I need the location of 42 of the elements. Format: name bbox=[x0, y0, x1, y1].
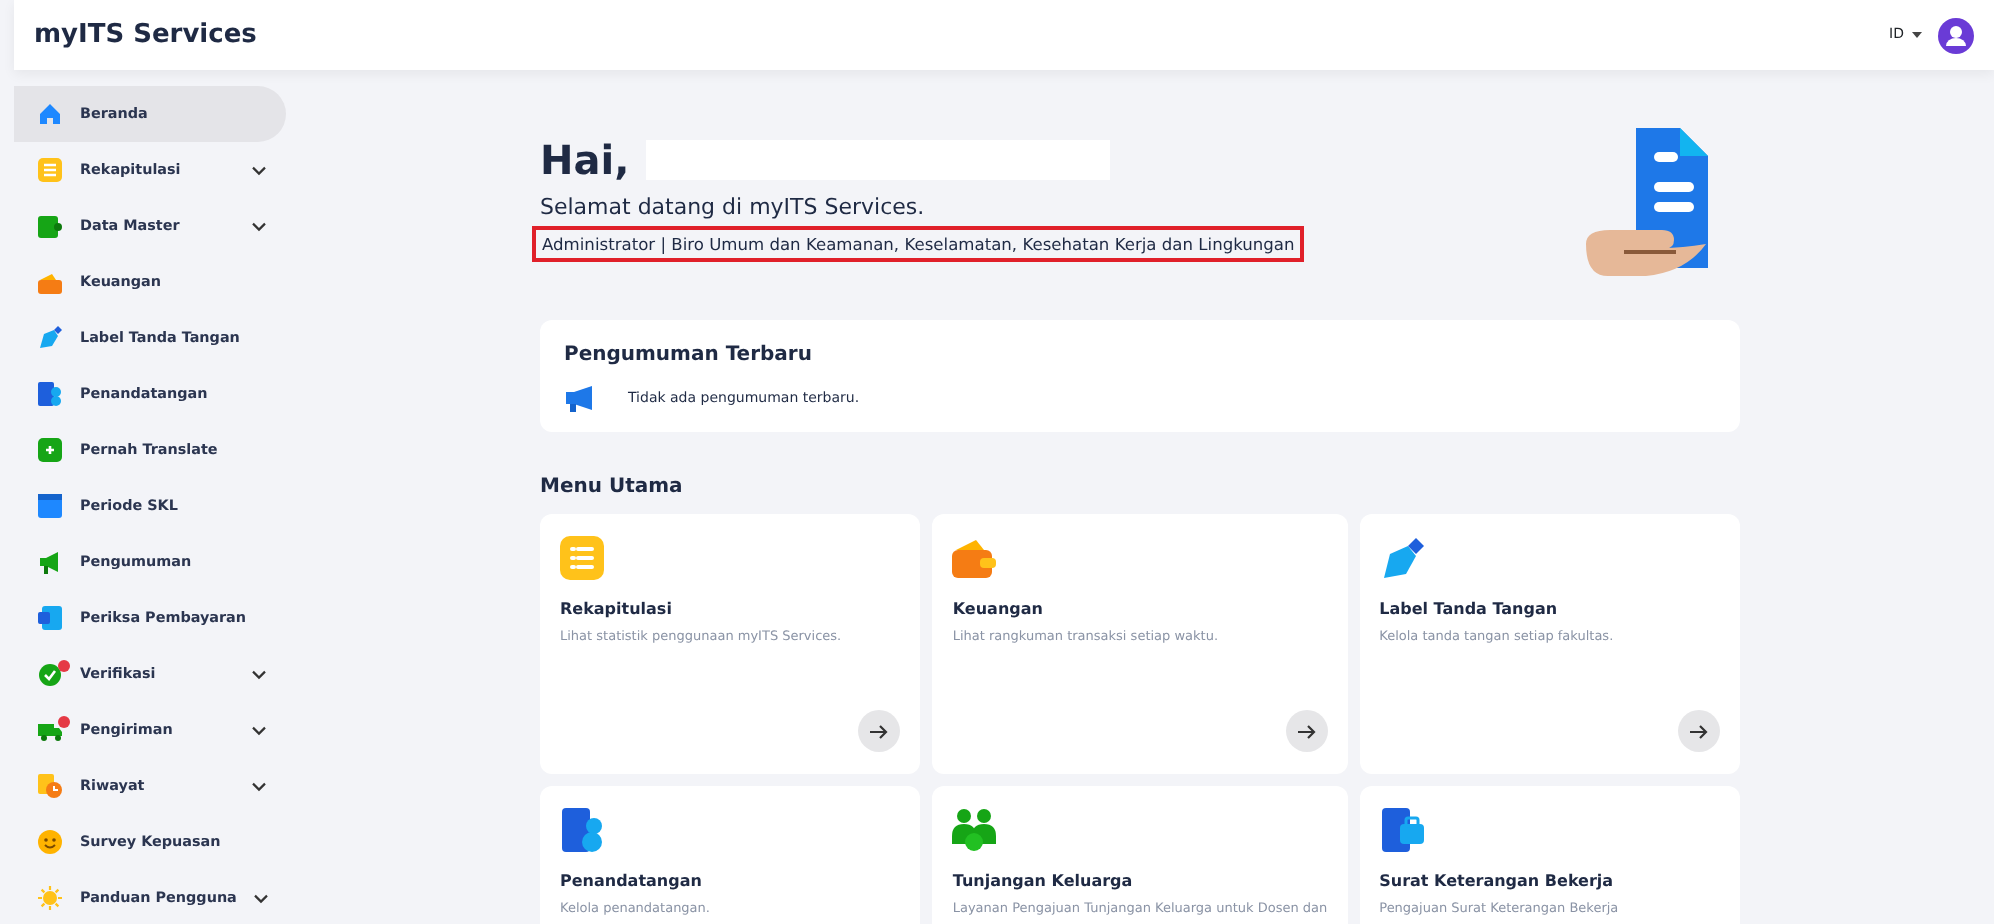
arrow-button[interactable] bbox=[858, 710, 901, 752]
calendar-icon bbox=[38, 494, 62, 518]
arrow-right-icon bbox=[1297, 723, 1316, 739]
list-icon bbox=[38, 158, 62, 182]
list-icon bbox=[560, 536, 604, 580]
card-title: Keuangan bbox=[952, 598, 1045, 622]
card-title: Rekapitulasi bbox=[560, 598, 674, 622]
receipt-icon bbox=[38, 606, 62, 630]
welcome-text: Selamat datang di myITS Services. bbox=[540, 192, 927, 224]
user-role-text: Administrator | Biro Umum dan Keamanan, Keselamatan, Kesehatan Kerja dan Lingkungan bbox=[532, 225, 1305, 262]
arrow-button[interactable] bbox=[1678, 710, 1720, 752]
caret-down-icon bbox=[1912, 31, 1922, 39]
section-title: Menu Utama bbox=[540, 474, 685, 502]
sun-icon bbox=[38, 886, 62, 910]
document-icon bbox=[38, 382, 62, 406]
card-title: Label Tanda Tangan bbox=[1379, 598, 1560, 622]
pen-icon bbox=[1379, 536, 1424, 580]
user-avatar-icon[interactable] bbox=[1938, 17, 1974, 53]
arrow-button[interactable] bbox=[1285, 710, 1328, 752]
section-title: Pengumuman Terbaru bbox=[564, 342, 814, 370]
pen-icon bbox=[38, 326, 62, 350]
people-icon bbox=[952, 808, 997, 852]
arrow-right-icon bbox=[870, 723, 889, 739]
megaphone-icon bbox=[564, 386, 596, 412]
document-icon bbox=[560, 808, 604, 852]
brand-logo[interactable]: myITS Services bbox=[34, 15, 257, 55]
briefcase-document-icon bbox=[1379, 808, 1424, 852]
check-badge-icon bbox=[38, 662, 62, 686]
history-icon bbox=[38, 774, 62, 798]
wallet-icon bbox=[952, 536, 997, 580]
home-icon bbox=[38, 102, 62, 126]
card-title: Surat Keterangan Bekerja bbox=[1379, 870, 1616, 894]
translate-icon bbox=[38, 438, 62, 462]
megaphone-icon bbox=[38, 550, 62, 574]
truck-icon bbox=[38, 718, 62, 742]
card-title: Penandatangan bbox=[560, 870, 704, 894]
greeting-title: Hai, bbox=[540, 136, 630, 184]
arrow-right-icon bbox=[1690, 723, 1708, 739]
wallet-icon bbox=[38, 270, 62, 294]
folder-icon bbox=[38, 214, 62, 238]
card-title: Tunjangan Keluarga bbox=[952, 870, 1135, 894]
smiley-icon bbox=[38, 830, 62, 854]
